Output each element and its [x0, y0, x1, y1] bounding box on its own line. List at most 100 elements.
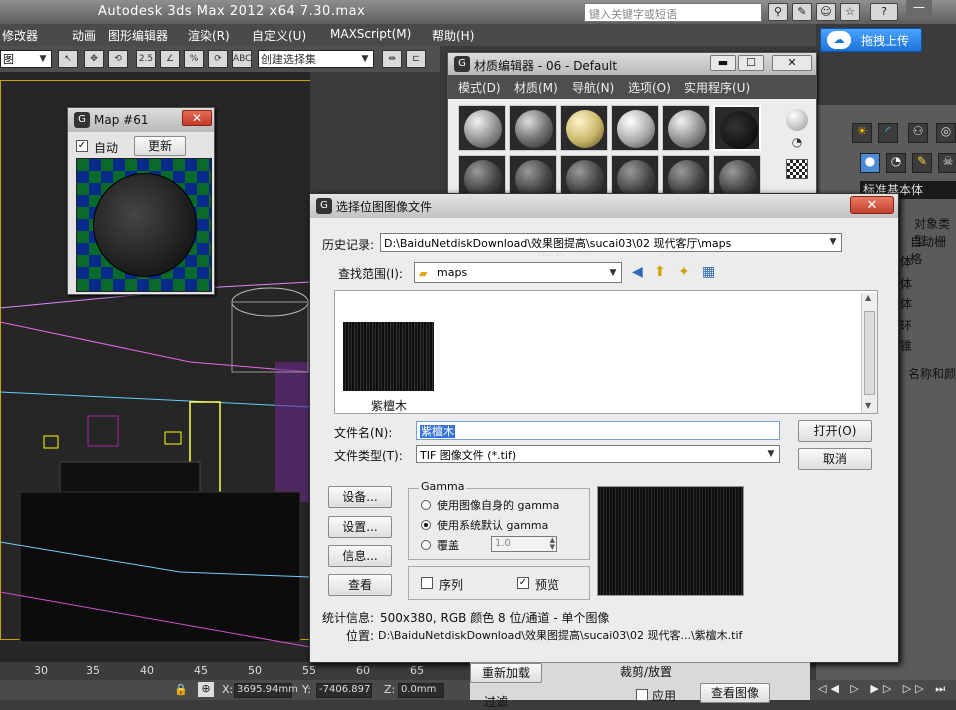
z-coordinate-field[interactable]: 0.0mm	[398, 683, 444, 698]
filetype-dropdown[interactable]: TIF 图像文件 (*.tif) ▼	[416, 445, 780, 463]
binoculars-icon[interactable]: ⚲	[768, 3, 788, 21]
reference-coord-dropdown[interactable]: 图 ▼	[0, 50, 52, 68]
gamma-system-radio[interactable]	[421, 520, 431, 530]
lock-icon[interactable]: 🔒	[174, 683, 188, 696]
devices-button[interactable]: 设备...	[328, 486, 392, 508]
select-icon[interactable]: ↖	[58, 50, 78, 68]
maximize-icon[interactable]: ☐	[738, 55, 764, 71]
absolute-mode-icon[interactable]: ⊕	[198, 682, 214, 697]
sequence-checkbox[interactable]	[421, 577, 433, 589]
cameras-icon[interactable]: ☠	[938, 153, 956, 173]
menu-item-navigation[interactable]: 导航(N)	[572, 79, 614, 96]
playback-controls[interactable]: ◁◀ ▷ ▶▷ ▷▷ ⏭	[818, 682, 949, 696]
scroll-down-icon[interactable]: ▼	[865, 401, 871, 410]
minimize-icon[interactable]: ▬	[710, 55, 736, 71]
up-folder-icon[interactable]: ⬆	[654, 264, 666, 280]
update-button[interactable]: 更新	[134, 136, 186, 156]
angle-snap-icon[interactable]: ∠	[160, 50, 180, 68]
help-icon[interactable]: ?	[870, 3, 898, 21]
star-icon[interactable]: ☆	[840, 3, 860, 21]
setup-button[interactable]: 设置...	[328, 516, 392, 538]
file-thumbnail[interactable]	[343, 322, 434, 391]
material-slot[interactable]	[458, 105, 506, 151]
mirror-icon[interactable]: ⇹	[382, 50, 402, 68]
minimize-button[interactable]: —	[906, 0, 932, 16]
material-slot[interactable]	[662, 105, 710, 151]
shapes-icon[interactable]: ◔	[886, 153, 906, 173]
primitive-button[interactable]: 体	[900, 295, 912, 312]
x-coordinate-field[interactable]: 3695.94mm	[234, 683, 298, 698]
selection-set-dropdown[interactable]: 创建选择集 ▼	[258, 50, 374, 68]
percent-snap-icon[interactable]: %	[184, 50, 204, 68]
move-icon[interactable]: ✥	[84, 50, 104, 68]
rotate-icon[interactable]: ⟲	[108, 50, 128, 68]
primitive-button[interactable]: 环	[900, 317, 912, 334]
edit-named-sel-icon[interactable]: ABC	[232, 50, 252, 68]
file-list-scrollbar[interactable]: ▲ ▼	[861, 293, 877, 413]
sample-type-icon[interactable]	[786, 109, 808, 131]
modify-icon[interactable]: ◜	[878, 123, 898, 143]
geometry-icon[interactable]: ●	[860, 153, 880, 173]
file-list[interactable]: 紫檀木 ▲ ▼	[334, 290, 878, 414]
menu-item-rendering[interactable]: 渲染(R)	[188, 27, 230, 44]
menu-item-animation[interactable]: 动画	[72, 27, 96, 44]
primitive-button[interactable]: 体	[900, 253, 912, 270]
primitive-button[interactable]: 体	[900, 275, 912, 292]
material-slot-active[interactable]	[713, 105, 761, 151]
back-icon[interactable]: ◀	[632, 264, 643, 280]
align-icon[interactable]: ⊏	[406, 50, 426, 68]
gamma-own-radio[interactable]	[421, 500, 431, 510]
view-button[interactable]: 查看	[328, 574, 392, 596]
preview-checkbox[interactable]: ✓	[517, 577, 529, 589]
primitive-button[interactable]: 锥	[900, 337, 912, 354]
background-icon[interactable]	[786, 159, 808, 179]
menu-item-options[interactable]: 选项(O)	[628, 79, 671, 96]
material-slot[interactable]	[560, 105, 608, 151]
upload-button[interactable]: ☁ 拖拽上传	[820, 28, 922, 52]
backlight-icon[interactable]: ◔	[786, 135, 808, 155]
material-slot[interactable]	[509, 105, 557, 151]
open-button[interactable]: 打开(O)	[798, 420, 872, 442]
y-coordinate-field[interactable]: -7406.897	[316, 683, 372, 698]
spinner-snap-icon[interactable]: ⟳	[208, 50, 228, 68]
close-icon[interactable]: ✕	[772, 55, 812, 71]
reload-button[interactable]: 重新加载	[470, 663, 542, 683]
tools-icon[interactable]: ✎	[792, 3, 812, 21]
menu-item-graph-editors[interactable]: 图形编辑器	[108, 27, 168, 44]
menu-item-material[interactable]: 材质(M)	[514, 79, 558, 96]
menu-item-utilities[interactable]: 实用程序(U)	[684, 79, 750, 96]
lookin-dropdown[interactable]: ▰ maps ▼	[414, 262, 622, 283]
menu-item-mode[interactable]: 模式(D)	[458, 79, 501, 96]
info-button[interactable]: 信息...	[328, 545, 392, 567]
hierarchy-icon[interactable]: ⚇	[908, 123, 928, 143]
auto-grid-label[interactable]: 自动栅格	[910, 233, 956, 267]
scroll-thumb[interactable]	[864, 311, 875, 395]
spinner-arrows-icon[interactable]: ▲ ▼	[550, 537, 555, 551]
menu-item-maxscript[interactable]: MAXScript(M)	[330, 27, 411, 41]
auto-checkbox[interactable]: ✓	[76, 140, 88, 152]
close-icon[interactable]: ✕	[182, 110, 212, 126]
gamma-override-spinner[interactable]: 1.0 ▲ ▼	[491, 536, 557, 552]
menu-item-customize[interactable]: 自定义(U)	[252, 27, 306, 44]
motion-icon[interactable]: ◎	[936, 123, 956, 143]
menu-item-modifiers[interactable]: 修改器	[2, 27, 38, 44]
sun-icon[interactable]: ☀	[852, 123, 872, 143]
snap-icon[interactable]: 2.5	[136, 50, 156, 68]
history-dropdown[interactable]: D:\BaiduNetdiskDownload\效果图提高\sucai03\02…	[380, 233, 842, 252]
material-slot[interactable]	[611, 105, 659, 151]
user-icon[interactable]: ☺	[816, 3, 836, 21]
search-input[interactable]: 键入关键字或短语	[584, 3, 762, 22]
close-icon[interactable]: ✕	[850, 196, 894, 214]
view-menu-icon[interactable]: ▦	[702, 264, 715, 280]
apply-checkbox[interactable]	[636, 689, 648, 701]
scroll-up-icon[interactable]: ▲	[865, 293, 871, 302]
filename-input[interactable]: 紫檀木	[416, 421, 780, 440]
menu-item-help[interactable]: 帮助(H)	[432, 27, 474, 44]
cancel-button[interactable]: 取消	[798, 448, 872, 470]
new-folder-icon[interactable]: ✦	[678, 264, 690, 280]
lights-icon[interactable]: ✎	[912, 153, 932, 173]
gamma-override-radio[interactable]	[421, 540, 431, 550]
file-name-label[interactable]: 紫檀木	[371, 397, 407, 414]
timeline-ruler[interactable]: 30 35 40 45 50 55 60 65	[0, 662, 440, 680]
view-image-button[interactable]: 查看图像	[700, 683, 770, 703]
